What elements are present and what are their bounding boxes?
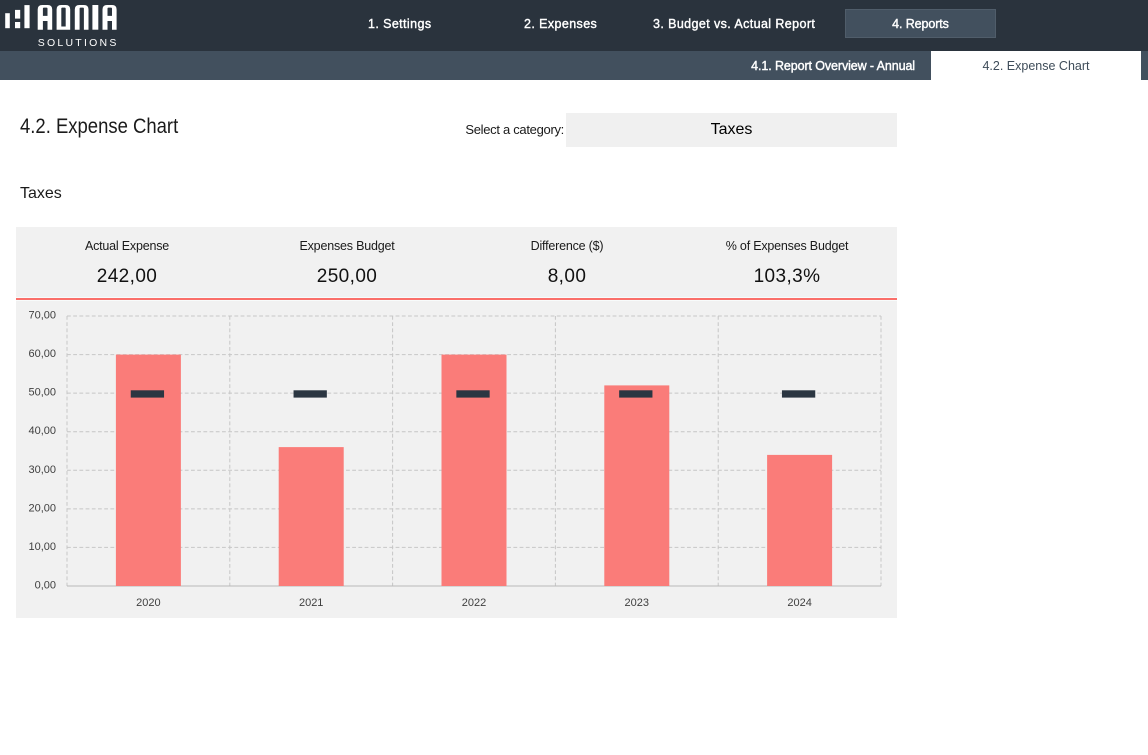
svg-text:SOLUTIONS: SOLUTIONS	[38, 37, 119, 49]
svg-text:70,00: 70,00	[28, 310, 56, 322]
svg-text:0,00: 0,00	[35, 580, 56, 592]
svg-text:20,00: 20,00	[28, 502, 56, 514]
svg-text:10,00: 10,00	[28, 541, 56, 553]
svg-text:2022: 2022	[462, 597, 486, 609]
svg-text:60,00: 60,00	[28, 348, 56, 360]
svg-text:2021: 2021	[299, 597, 323, 609]
svg-text:50,00: 50,00	[28, 387, 56, 399]
svg-text:2023: 2023	[625, 597, 649, 609]
svg-text:30,00: 30,00	[28, 464, 56, 476]
svg-text:2024: 2024	[787, 597, 811, 609]
svg-text:40,00: 40,00	[28, 425, 56, 437]
svg-text:2020: 2020	[136, 597, 160, 609]
